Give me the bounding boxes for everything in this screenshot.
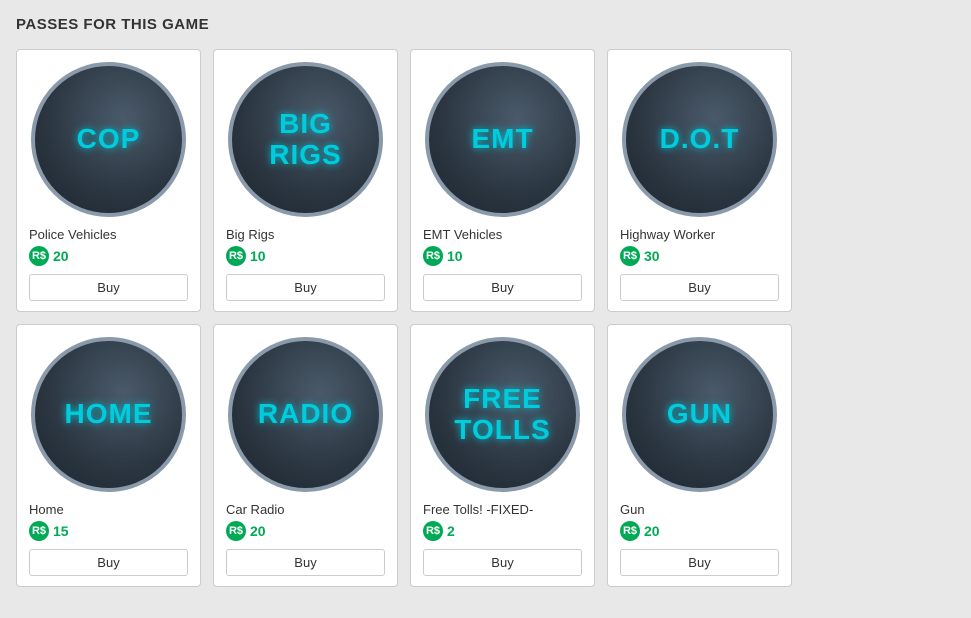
pass-icon-cop: COP bbox=[31, 62, 186, 217]
pass-name-home: Home bbox=[29, 502, 64, 517]
pass-icon-free-tolls: FREETOLLS bbox=[425, 337, 580, 492]
pass-price-home: R$ 15 bbox=[29, 521, 69, 541]
pass-icon-radio: RADIO bbox=[228, 337, 383, 492]
pass-name-radio: Car Radio bbox=[226, 502, 285, 517]
buy-button-emt[interactable]: Buy bbox=[423, 274, 582, 301]
pass-circle-label-cop: COP bbox=[73, 120, 145, 159]
passes-grid: COP Police Vehicles R$ 20 Buy BIGRIGS Bi… bbox=[16, 49, 955, 587]
pass-name-free-tolls: Free Tolls! -FIXED- bbox=[423, 502, 533, 517]
pass-icon-dot: D.O.T bbox=[622, 62, 777, 217]
pass-price-emt: R$ 10 bbox=[423, 246, 463, 266]
buy-button-free-tolls[interactable]: Buy bbox=[423, 549, 582, 576]
price-value-gun: 20 bbox=[644, 523, 660, 539]
pass-name-gun: Gun bbox=[620, 502, 645, 517]
robux-icon-gun: R$ bbox=[620, 521, 640, 541]
pass-card-dot: D.O.T Highway Worker R$ 30 Buy bbox=[607, 49, 792, 312]
pass-circle-label-home: HOME bbox=[61, 395, 157, 434]
pass-price-free-tolls: R$ 2 bbox=[423, 521, 455, 541]
pass-card-emt: EMT EMT Vehicles R$ 10 Buy bbox=[410, 49, 595, 312]
pass-card-cop: COP Police Vehicles R$ 20 Buy bbox=[16, 49, 201, 312]
pass-card-gun: GUN Gun R$ 20 Buy bbox=[607, 324, 792, 587]
pass-icon-big-rigs: BIGRIGS bbox=[228, 62, 383, 217]
robux-icon-free-tolls: R$ bbox=[423, 521, 443, 541]
pass-circle-label-gun: GUN bbox=[663, 395, 736, 434]
price-value-cop: 20 bbox=[53, 248, 69, 264]
pass-name-dot: Highway Worker bbox=[620, 227, 715, 242]
pass-name-big-rigs: Big Rigs bbox=[226, 227, 274, 242]
buy-button-big-rigs[interactable]: Buy bbox=[226, 274, 385, 301]
robux-icon-dot: R$ bbox=[620, 246, 640, 266]
pass-price-dot: R$ 30 bbox=[620, 246, 660, 266]
pass-name-emt: EMT Vehicles bbox=[423, 227, 502, 242]
pass-circle-label-big-rigs: BIGRIGS bbox=[265, 105, 345, 175]
price-value-radio: 20 bbox=[250, 523, 266, 539]
pass-circle-label-free-tolls: FREETOLLS bbox=[450, 380, 554, 450]
pass-circle-gun: GUN bbox=[622, 337, 777, 492]
buy-button-cop[interactable]: Buy bbox=[29, 274, 188, 301]
price-value-big-rigs: 10 bbox=[250, 248, 266, 264]
pass-price-big-rigs: R$ 10 bbox=[226, 246, 266, 266]
pass-card-big-rigs: BIGRIGS Big Rigs R$ 10 Buy bbox=[213, 49, 398, 312]
pass-card-radio: RADIO Car Radio R$ 20 Buy bbox=[213, 324, 398, 587]
pass-circle-label-radio: RADIO bbox=[254, 395, 357, 434]
pass-circle-label-emt: EMT bbox=[467, 120, 537, 159]
pass-icon-emt: EMT bbox=[425, 62, 580, 217]
pass-circle-cop: COP bbox=[31, 62, 186, 217]
pass-circle-label-dot: D.O.T bbox=[656, 120, 744, 159]
pass-circle-free-tolls: FREETOLLS bbox=[425, 337, 580, 492]
buy-button-home[interactable]: Buy bbox=[29, 549, 188, 576]
pass-price-gun: R$ 20 bbox=[620, 521, 660, 541]
pass-name-cop: Police Vehicles bbox=[29, 227, 116, 242]
price-value-home: 15 bbox=[53, 523, 69, 539]
robux-icon-emt: R$ bbox=[423, 246, 443, 266]
pass-circle-radio: RADIO bbox=[228, 337, 383, 492]
pass-icon-home: HOME bbox=[31, 337, 186, 492]
pass-circle-big-rigs: BIGRIGS bbox=[228, 62, 383, 217]
page-title: PASSES FOR THIS GAME bbox=[16, 16, 955, 33]
pass-circle-emt: EMT bbox=[425, 62, 580, 217]
price-value-emt: 10 bbox=[447, 248, 463, 264]
price-value-free-tolls: 2 bbox=[447, 523, 455, 539]
pass-icon-gun: GUN bbox=[622, 337, 777, 492]
robux-icon-big-rigs: R$ bbox=[226, 246, 246, 266]
pass-price-cop: R$ 20 bbox=[29, 246, 69, 266]
pass-circle-dot: D.O.T bbox=[622, 62, 777, 217]
robux-icon-cop: R$ bbox=[29, 246, 49, 266]
pass-circle-home: HOME bbox=[31, 337, 186, 492]
buy-button-gun[interactable]: Buy bbox=[620, 549, 779, 576]
pass-price-radio: R$ 20 bbox=[226, 521, 266, 541]
robux-icon-home: R$ bbox=[29, 521, 49, 541]
pass-card-home: HOME Home R$ 15 Buy bbox=[16, 324, 201, 587]
price-value-dot: 30 bbox=[644, 248, 660, 264]
pass-card-free-tolls: FREETOLLS Free Tolls! -FIXED- R$ 2 Buy bbox=[410, 324, 595, 587]
buy-button-dot[interactable]: Buy bbox=[620, 274, 779, 301]
buy-button-radio[interactable]: Buy bbox=[226, 549, 385, 576]
robux-icon-radio: R$ bbox=[226, 521, 246, 541]
